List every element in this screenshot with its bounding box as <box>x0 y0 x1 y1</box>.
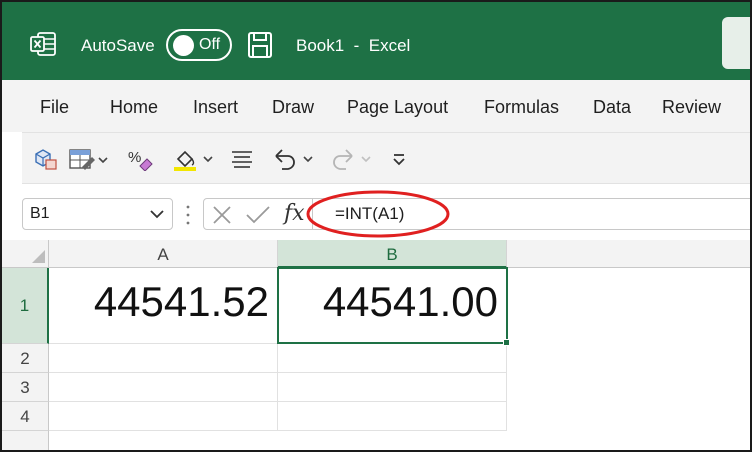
undo-icon[interactable] <box>272 147 316 171</box>
toggle-knob <box>173 35 194 56</box>
column-header-a[interactable]: A <box>49 240 278 268</box>
svg-text:%: % <box>128 149 141 166</box>
select-all-triangle-icon <box>32 250 45 263</box>
cell-b4[interactable] <box>278 402 507 431</box>
3d-models-icon[interactable] <box>32 147 58 171</box>
excel-window: AutoSave Off Book1 - Excel File Home Ins… <box>0 0 752 452</box>
fill-handle[interactable] <box>503 339 510 346</box>
column-header-b[interactable]: B <box>278 240 507 268</box>
cancel-icon[interactable] <box>212 205 232 225</box>
percent-style-icon[interactable]: % <box>126 147 156 171</box>
cell-a2[interactable] <box>49 344 278 373</box>
name-box[interactable]: B1 <box>22 198 173 230</box>
menu-draw[interactable]: Draw <box>272 97 314 118</box>
search-box[interactable] <box>722 17 750 69</box>
row-header-4[interactable]: 4 <box>2 402 49 431</box>
name-box-value: B1 <box>30 205 50 222</box>
excel-logo-icon <box>30 32 56 56</box>
cell-a1[interactable]: 44541.52 <box>49 268 278 344</box>
insert-function-button[interactable]: fx <box>284 201 305 226</box>
select-all-corner[interactable] <box>2 240 49 268</box>
cell-b3[interactable] <box>278 373 507 402</box>
document-title: Book1 - Excel <box>296 36 411 55</box>
formula-controls: fx <box>203 198 313 230</box>
redo-icon[interactable] <box>328 147 376 171</box>
cell-a3[interactable] <box>49 373 278 402</box>
spreadsheet-grid: A B 1 2 3 4 44541.52 44541.00 <box>2 240 750 450</box>
menu-data[interactable]: Data <box>593 97 631 118</box>
active-cell-border <box>277 267 508 344</box>
align-icon[interactable] <box>230 147 254 171</box>
menu-formulas[interactable]: Formulas <box>484 97 559 118</box>
highlight-circle <box>306 190 450 238</box>
fill-color-icon[interactable] <box>172 147 216 171</box>
customize-toolbar-icon[interactable] <box>390 147 408 171</box>
row-header-3[interactable]: 3 <box>2 373 49 402</box>
menu-home[interactable]: Home <box>110 97 158 118</box>
menu-file[interactable]: File <box>40 97 69 118</box>
menu-insert[interactable]: Insert <box>193 97 238 118</box>
chevron-down-icon[interactable] <box>149 209 165 219</box>
autosave-toggle[interactable]: Off <box>166 29 232 61</box>
cell-a1-value: 44541.52 <box>93 278 269 325</box>
column-header-empty <box>507 240 750 268</box>
enter-check-icon[interactable] <box>245 205 271 225</box>
save-icon[interactable] <box>247 31 273 59</box>
title-bar: AutoSave Off Book1 - Excel <box>2 2 750 80</box>
menu-bar: File Home Insert Draw Page Layout Formul… <box>2 80 750 132</box>
row-header-1[interactable]: 1 <box>2 268 49 344</box>
menu-review[interactable]: Review <box>662 97 721 118</box>
cell-b2[interactable] <box>278 344 507 373</box>
row-header-2[interactable]: 2 <box>2 344 49 373</box>
table-format-icon[interactable] <box>68 147 108 171</box>
autosave-label: AutoSave <box>81 36 155 55</box>
cell-a4[interactable] <box>49 402 278 431</box>
resize-grip-icon[interactable] <box>186 204 190 226</box>
autosave-state: Off <box>199 36 221 53</box>
ribbon-toolbar: % <box>22 132 750 184</box>
menu-page-layout[interactable]: Page Layout <box>347 97 448 118</box>
row-header-5 <box>2 431 49 450</box>
